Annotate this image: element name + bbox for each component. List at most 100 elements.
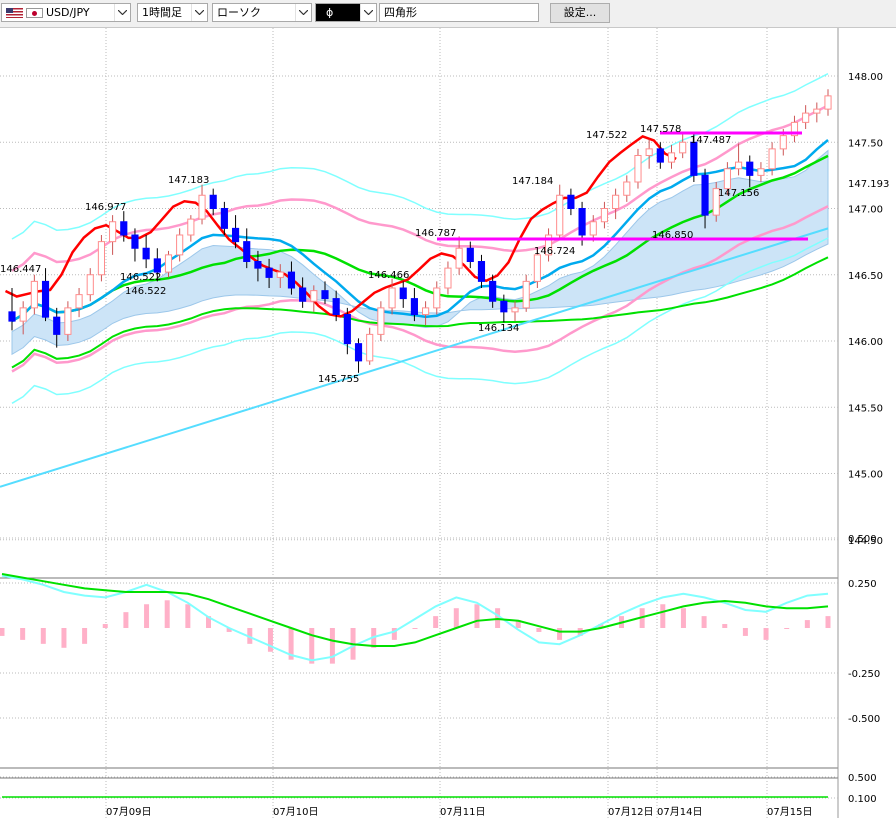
candle-body <box>612 194 620 209</box>
histogram-bar <box>0 628 5 636</box>
candle-body <box>75 294 83 309</box>
candle-body <box>645 148 653 156</box>
histogram-bar <box>433 616 439 628</box>
histogram-bar <box>784 628 790 629</box>
y-tick-label: 147.00 <box>848 205 883 216</box>
candle-body <box>466 247 474 262</box>
color-select[interactable]: ɸ <box>315 3 377 22</box>
x-tick-label: 07月12日 <box>608 806 653 818</box>
histogram-bar <box>20 628 26 640</box>
histogram-bar <box>557 628 563 640</box>
settings-button[interactable]: 設定... <box>550 3 610 23</box>
candle-body <box>533 254 541 282</box>
candle-body <box>209 194 217 209</box>
candle-body <box>623 181 631 196</box>
price-annotation: 146.466 <box>368 270 409 281</box>
chart-area[interactable]: 148.00 147.50 147.193 147.00 146.50 146.00 145… <box>0 28 896 818</box>
symbol-select[interactable]: USD/JPY <box>1 3 131 22</box>
candle-body <box>701 174 709 216</box>
candle-body <box>120 221 128 236</box>
candle-body <box>86 274 94 296</box>
candle-body <box>444 267 452 289</box>
candle-body <box>377 307 385 335</box>
candle-body <box>332 298 340 316</box>
histogram-bar <box>185 604 191 628</box>
timeframe-select[interactable]: 1時間足 <box>137 3 208 22</box>
y-tick-label: -0.250 <box>848 669 880 680</box>
histogram-bar <box>722 624 728 628</box>
histogram-bar <box>453 608 459 628</box>
y-tick-label: 145.00 <box>848 470 883 481</box>
y-tick-label: 0.100 <box>848 794 877 805</box>
candle-body <box>757 168 765 176</box>
histogram-bar <box>40 628 46 644</box>
price-annotation: 146.850 <box>652 230 693 241</box>
candle-body <box>8 311 16 322</box>
candle-body <box>299 287 307 302</box>
histogram-bar <box>123 612 129 628</box>
histogram-bar <box>660 604 666 628</box>
histogram-bar <box>474 604 480 628</box>
candle-body <box>634 155 642 183</box>
chevron-down-icon <box>295 4 311 21</box>
histogram-bar <box>804 620 810 628</box>
candle-body <box>53 316 61 335</box>
candle-body <box>433 287 441 309</box>
candle-body <box>500 300 508 313</box>
price-annotation: 147.522 <box>586 130 627 141</box>
price-annotation: 146.522 <box>125 286 166 297</box>
chart-type-label: ローソク <box>217 6 261 19</box>
candle-body <box>422 307 430 315</box>
candle-body <box>142 247 150 260</box>
candle-body <box>522 280 530 309</box>
candle-body <box>187 218 195 236</box>
candle-body <box>477 261 486 282</box>
histogram-bar <box>267 628 273 652</box>
candle-body <box>64 307 72 335</box>
drawing-tool-select[interactable]: 四角形 <box>379 3 539 22</box>
candle-body <box>667 152 676 163</box>
x-tick-label: 07月11日 <box>440 806 485 818</box>
histogram-bar <box>61 628 67 648</box>
color-value: ɸ <box>326 6 334 19</box>
candle-body <box>354 343 363 362</box>
x-tick-label: 07月09日 <box>106 806 151 818</box>
y-tick-label: -0.500 <box>848 714 880 725</box>
trend-line <box>0 227 829 488</box>
candle-body <box>410 298 418 316</box>
candle-body <box>343 314 351 345</box>
chart-type-select[interactable]: ローソク <box>212 3 312 22</box>
candle-body <box>511 307 519 313</box>
candle-body <box>243 241 251 262</box>
candle-body <box>489 280 497 302</box>
candle-body <box>97 241 105 276</box>
drawing-tool-label: 四角形 <box>384 6 417 19</box>
candle-body <box>824 95 832 110</box>
histogram-bar <box>412 628 418 629</box>
candle-body <box>600 208 609 223</box>
candle-body <box>690 141 698 176</box>
histogram-bar <box>536 628 542 632</box>
candle-body <box>41 280 50 318</box>
price-annotation: 147.183 <box>168 175 209 186</box>
y-tick-label: 145.50 <box>848 403 883 414</box>
y-tick-label: 146.00 <box>848 337 883 348</box>
y-tick-label: 146.50 <box>848 271 883 282</box>
histogram-bar <box>742 628 748 636</box>
price-annotation: 146.977 <box>85 202 126 213</box>
candle-body <box>746 161 754 176</box>
price-annotation: 146.787 <box>415 228 456 239</box>
candle-body <box>589 221 597 236</box>
candle-body <box>164 254 173 273</box>
histogram-bar <box>309 628 315 664</box>
chevron-down-icon <box>360 4 376 21</box>
candle-body <box>723 168 731 190</box>
y-tick-label: 148.00 <box>848 72 883 83</box>
histogram-bar <box>701 616 707 628</box>
candle-body <box>768 148 776 170</box>
price-annotation: 146.724 <box>534 246 575 257</box>
price-annotation: 147.578 <box>640 124 681 135</box>
y-tick-label: 147.193 <box>848 179 889 190</box>
x-tick-label: 07月15日 <box>767 806 812 818</box>
y-tick-label: 0.250 <box>848 579 877 590</box>
